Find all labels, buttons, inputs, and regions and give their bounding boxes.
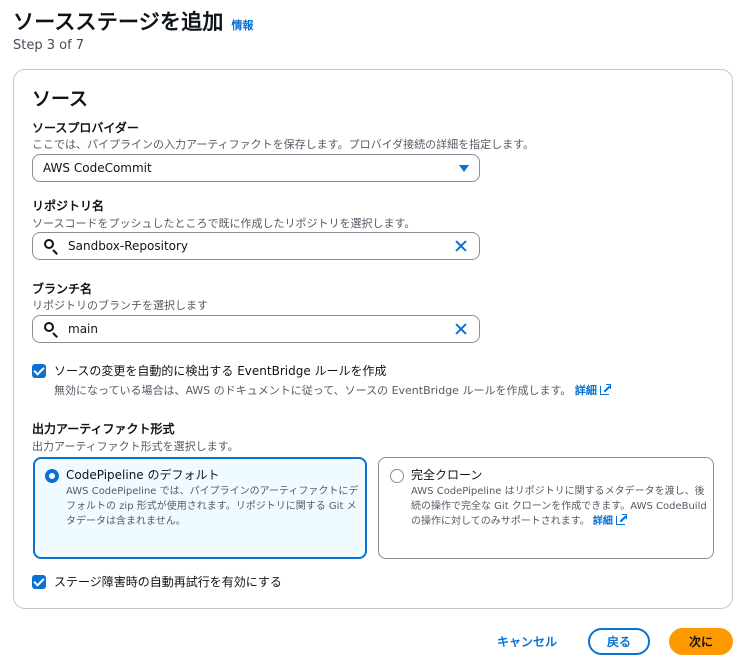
source-provider-select[interactable]: AWS CodeCommit	[32, 154, 480, 182]
change-detection-label: ソースの変更を自動的に検出する EventBridge ルールを作成	[54, 364, 387, 378]
clear-icon[interactable]	[453, 238, 469, 254]
cancel-button[interactable]: キャンセル	[497, 633, 557, 650]
branch-search	[32, 315, 480, 343]
auto-retry-label: ステージ障害時の自動再試行を有効にする	[54, 575, 282, 589]
tile-description: AWS CodePipeline はリポジトリに関するメタデータを渡し、後続の操…	[411, 486, 707, 527]
provider-label: ソースプロバイダー	[32, 121, 139, 135]
tile-title: 完全クローン	[411, 468, 483, 482]
step-indicator: Step 3 of 7	[13, 38, 85, 53]
search-icon	[43, 238, 59, 255]
source-panel: ソース ソースプロバイダー ここでは、パイプラインの入力アーティファクトを保存し…	[13, 69, 733, 609]
change-detection-checkbox[interactable]	[32, 364, 46, 378]
page-header: ソースステージを追加 情報	[13, 6, 254, 36]
tile-description: AWS CodePipeline では、パイプラインのアーティファクトにデフォル…	[66, 486, 359, 527]
caret-down-icon	[459, 164, 469, 172]
back-button[interactable]: 戻る	[588, 628, 650, 655]
radio-full-clone[interactable]	[390, 469, 404, 483]
branch-description: リポジトリのブランチを選択します	[32, 299, 208, 312]
external-link-icon	[599, 384, 611, 395]
learn-more-link[interactable]: 詳細	[593, 514, 627, 527]
artifact-format-description: 出力アーティファクト形式を選択します。	[32, 440, 239, 453]
search-icon	[43, 321, 59, 338]
info-link[interactable]: 情報	[232, 17, 254, 33]
repository-label: リポジトリ名	[32, 199, 105, 213]
repository-input[interactable]	[68, 239, 453, 253]
artifact-format-label: 出力アーティファクト形式	[32, 422, 175, 436]
clear-icon[interactable]	[453, 321, 469, 337]
branch-label: ブランチ名	[32, 282, 93, 296]
tile-full-clone[interactable]: 完全クローン AWS CodePipeline はリポジトリに関するメタデータを…	[378, 457, 714, 559]
external-link-icon	[615, 514, 627, 525]
radio-codepipeline-default[interactable]	[45, 469, 59, 483]
auto-retry-checkbox[interactable]	[32, 575, 46, 589]
next-button[interactable]: 次に	[669, 628, 733, 655]
branch-input[interactable]	[68, 322, 453, 336]
repository-search	[32, 232, 480, 260]
panel-title: ソース	[32, 88, 89, 110]
source-provider-value: AWS CodeCommit	[43, 161, 152, 175]
tile-codepipeline-default[interactable]: CodePipeline のデフォルト AWS CodePipeline では、…	[33, 457, 367, 559]
provider-description: ここでは、パイプラインの入力アーティファクトを保存します。プロバイダ接続の詳細を…	[32, 138, 535, 151]
learn-more-link[interactable]: 詳細	[575, 384, 611, 397]
tile-title: CodePipeline のデフォルト	[66, 468, 220, 482]
page-title: ソースステージを追加	[13, 10, 224, 34]
repository-description: ソースコードをプッシュしたところで既に作成したリポジトリを選択します。	[32, 217, 416, 230]
change-detection-description: 無効になっている場合は、AWS のドキュメントに従って、ソースの EventBr…	[54, 382, 611, 398]
